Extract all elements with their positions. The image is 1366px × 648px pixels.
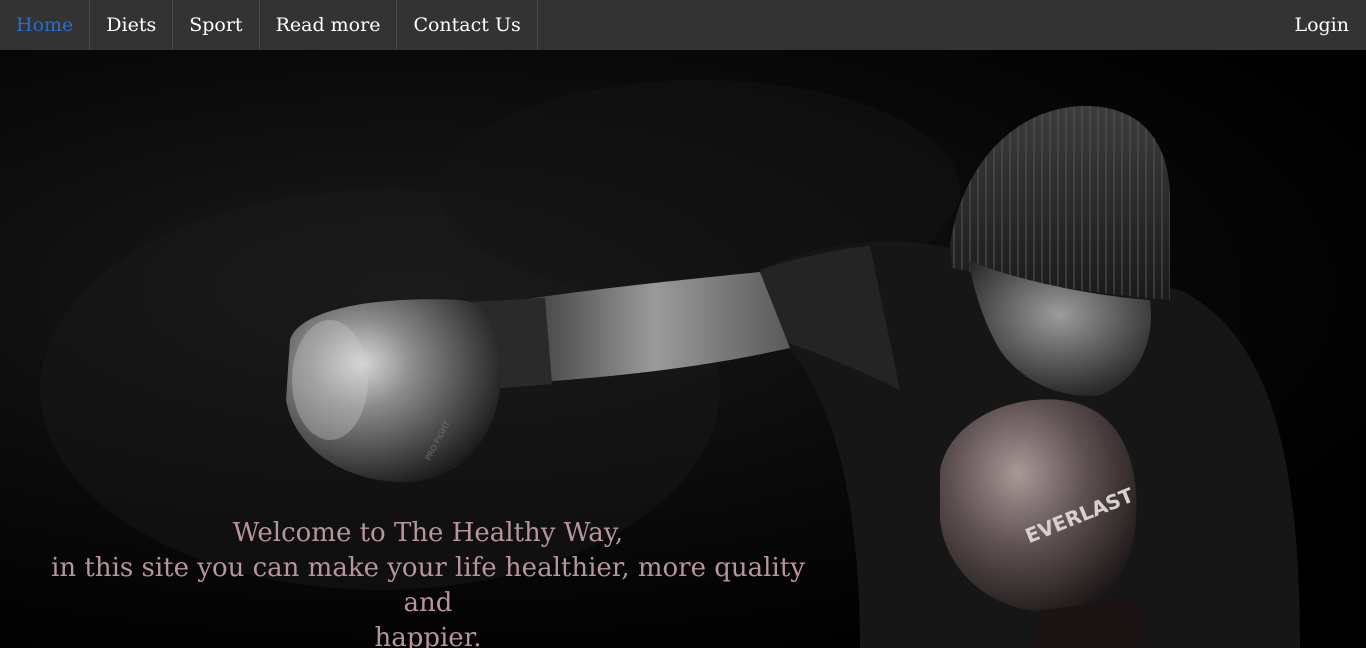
top-navbar: Home Diets Sport Read more Contact Us Lo…: [0, 0, 1366, 50]
welcome-line-2: in this site you can make your life heal…: [51, 553, 805, 618]
nav-read-more[interactable]: Read more: [260, 0, 398, 50]
nav-contact-us[interactable]: Contact Us: [397, 0, 538, 50]
welcome-line-1: Welcome to The Healthy Way,: [232, 518, 624, 548]
nav-home[interactable]: Home: [0, 0, 91, 50]
welcome-message: Welcome to The Healthy Way, in this site…: [40, 516, 816, 648]
nav-diets[interactable]: Diets: [90, 0, 174, 50]
nav-sport[interactable]: Sport: [173, 0, 260, 50]
login-link[interactable]: Login: [1277, 0, 1366, 50]
welcome-line-3: happier.: [374, 623, 482, 648]
hero-banner: EVERLAST PRO FIGHT Welcome to The Health…: [0, 50, 1366, 648]
